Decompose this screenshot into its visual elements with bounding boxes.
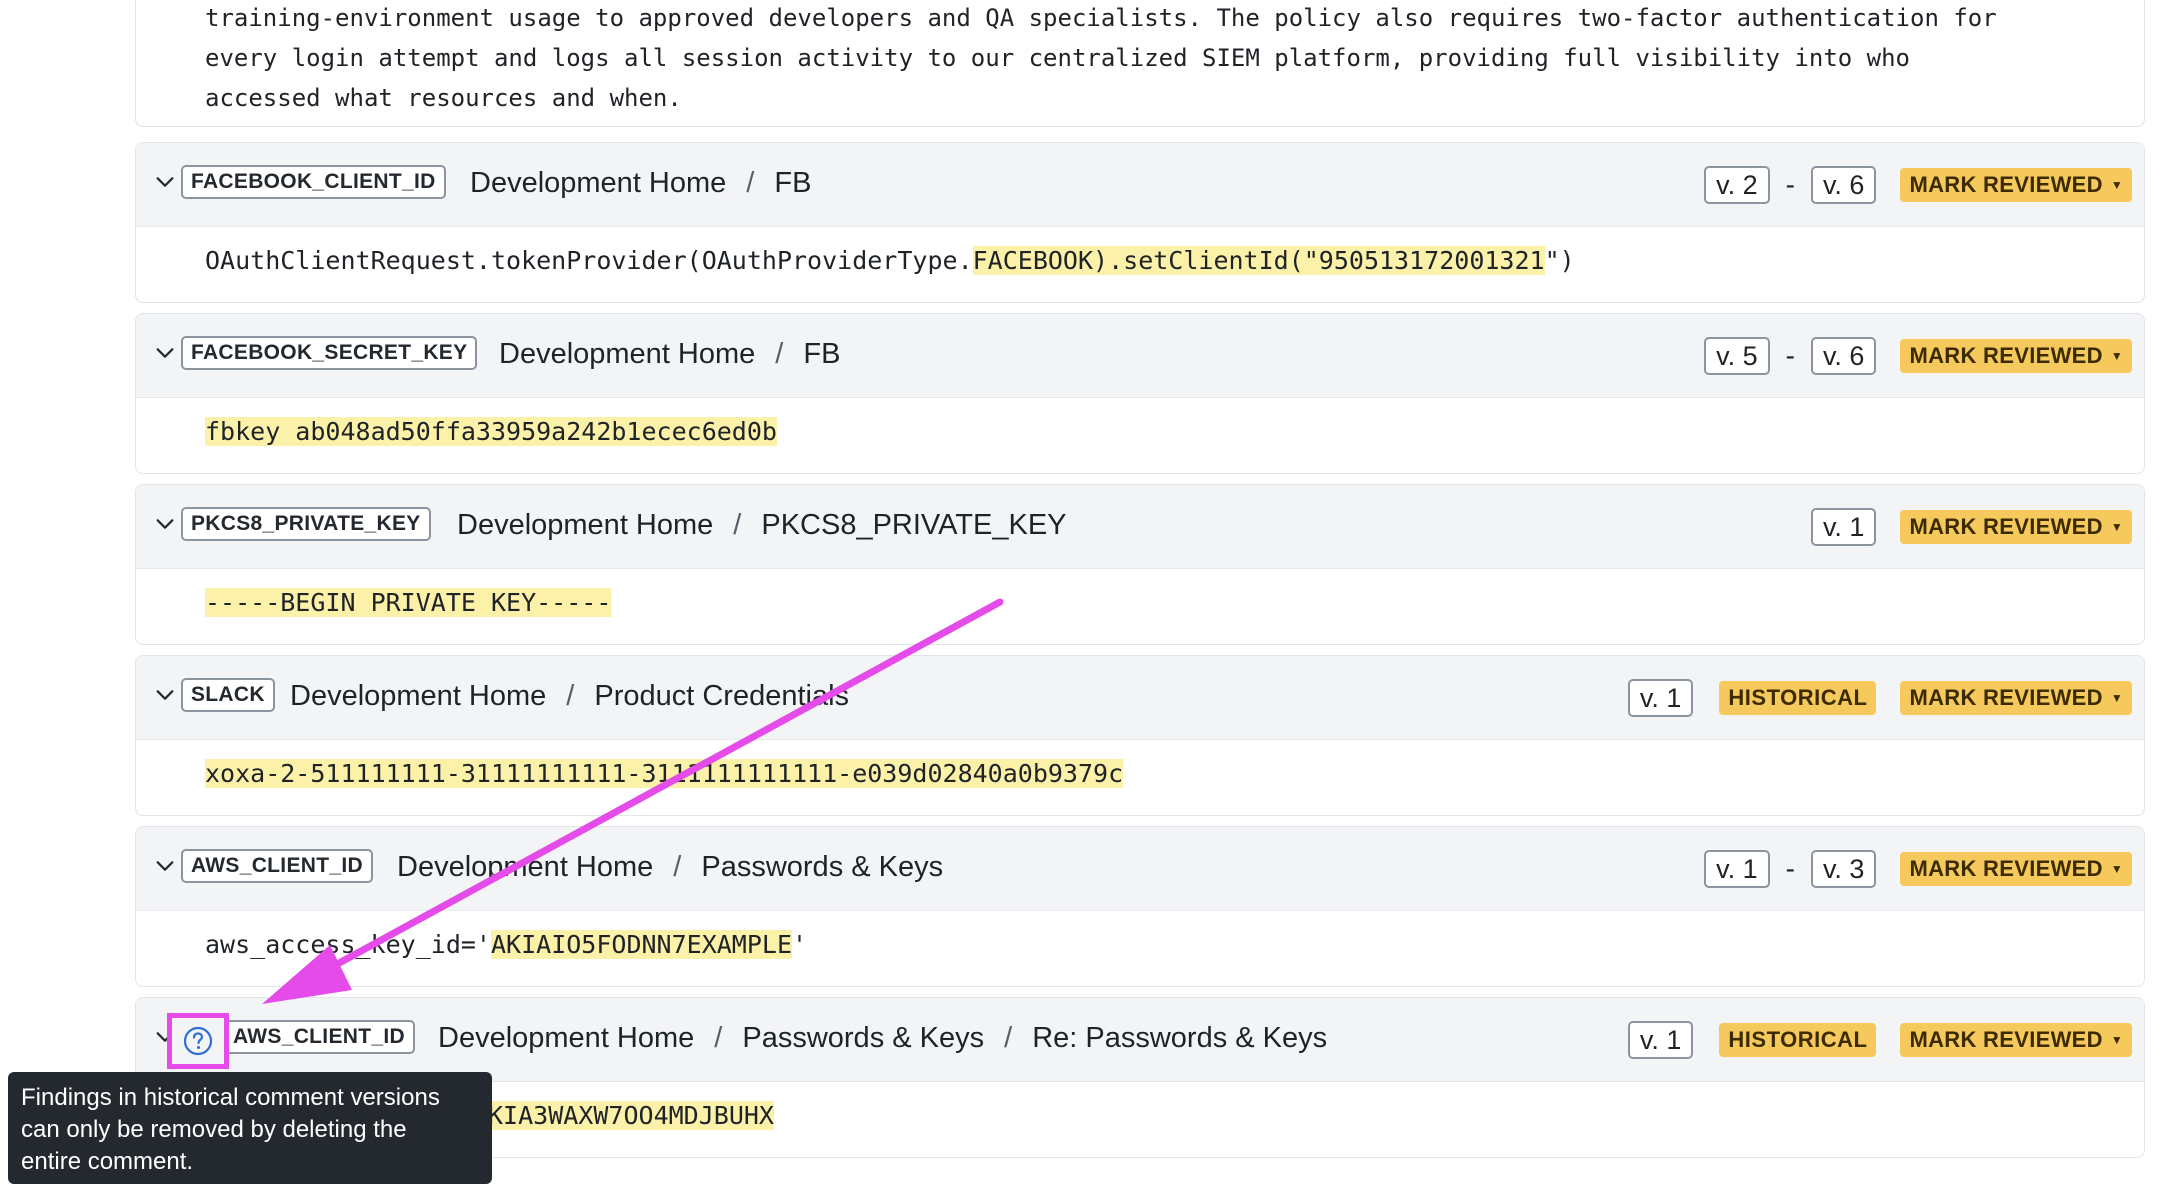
breadcrumb: Development Home / Product Credentials bbox=[290, 680, 850, 712]
finding-header[interactable]: AWS_CLIENT_ID Development Home / Passwords… bbox=[136, 827, 2144, 911]
breadcrumb-space[interactable]: Development Home bbox=[499, 338, 755, 370]
version-badge[interactable]: v. 1 bbox=[1810, 508, 1877, 546]
breadcrumb-comment[interactable]: Re: Passwords & Keys bbox=[1032, 1022, 1327, 1054]
breadcrumb: Development Home / FB bbox=[499, 338, 841, 370]
policy-description-card: training-environment usage to approved d… bbox=[135, 0, 2145, 127]
breadcrumb-page[interactable]: Product Credentials bbox=[594, 680, 849, 712]
breadcrumb: Development Home / PKCS8_PRIVATE_KEY bbox=[457, 509, 1067, 541]
breadcrumb-space[interactable]: Development Home bbox=[438, 1022, 694, 1054]
mark-reviewed-button[interactable]: MARK REVIEWED ▼ bbox=[1900, 1023, 2132, 1057]
finding-facebook-secret-key: FACEBOOK_SECRET_KEY Development Home / FB … bbox=[135, 313, 2145, 474]
finding-type-badge: AWS_CLIENT_ID bbox=[223, 1020, 415, 1054]
version-to-badge[interactable]: v. 3 bbox=[1810, 850, 1877, 888]
breadcrumb-space[interactable]: Development Home bbox=[470, 167, 726, 199]
finding-pkcs8-private-key: PKCS8_PRIVATE_KEY Development Home / PKCS8… bbox=[135, 484, 2145, 645]
chevron-down-icon[interactable] bbox=[150, 167, 180, 197]
breadcrumb: Development Home / Passwords & Keys / Re: Pa… bbox=[438, 1022, 1328, 1054]
mark-reviewed-button[interactable]: MARK REVIEWED ▼ bbox=[1900, 852, 2132, 886]
version-from-badge[interactable]: v. 2 bbox=[1704, 166, 1770, 204]
caret-down-icon: ▼ bbox=[2110, 691, 2123, 705]
tooltip-line: can only be removed by deleting the bbox=[21, 1116, 407, 1143]
finding-actions: v. 1 MARK REVIEWED ▼ bbox=[1810, 507, 2132, 547]
breadcrumb-space[interactable]: Development Home bbox=[290, 680, 546, 712]
mark-reviewed-button[interactable]: MARK REVIEWED ▼ bbox=[1900, 510, 2132, 544]
breadcrumb: Development Home / Passwords & Keys bbox=[397, 851, 944, 883]
breadcrumb-page[interactable]: FB bbox=[774, 167, 811, 199]
tooltip-line: Findings in historical comment versions bbox=[21, 1084, 440, 1111]
finding-match: OAuthClientRequest.tokenProvider(OAuthPr… bbox=[205, 246, 1575, 275]
finding-match: -----BEGIN PRIVATE KEY----- bbox=[205, 585, 612, 621]
policy-description: training-environment usage to approved d… bbox=[205, 0, 2125, 118]
finding-actions: v. 1 HISTORICAL MARK REVIEWED ▼ bbox=[1627, 678, 2132, 718]
breadcrumb: Development Home / FB bbox=[470, 167, 812, 199]
finding-actions: v. 1 HISTORICAL MARK REVIEWED ▼ bbox=[1627, 1020, 2132, 1060]
breadcrumb-space[interactable]: Development Home bbox=[397, 851, 653, 883]
policy-description-line: every login attempt and logs all session… bbox=[205, 44, 1911, 72]
policy-description-line: accessed what resources and when. bbox=[205, 84, 682, 112]
finding-slack: SLACK Development Home / Product Credentia… bbox=[135, 655, 2145, 816]
breadcrumb-page[interactable]: PKCS8_PRIVATE_KEY bbox=[761, 509, 1066, 541]
mark-reviewed-button[interactable]: MARK REVIEWED ▼ bbox=[1900, 681, 2132, 715]
finding-header[interactable]: FACEBOOK_SECRET_KEY Development Home / FB … bbox=[136, 314, 2144, 398]
finding-actions: v. 2 - v. 6 MARK REVIEWED ▼ bbox=[1704, 165, 2132, 205]
secret-highlight: FACEBOOK).setClientId("950513172001321 bbox=[972, 246, 1545, 275]
question-circle-icon[interactable] bbox=[182, 1025, 214, 1057]
historical-badge: HISTORICAL bbox=[1719, 1023, 1877, 1057]
secret-highlight: xoxa-2-511111111-31111111111-31111111111… bbox=[205, 759, 1124, 788]
mark-reviewed-button[interactable]: MARK REVIEWED ▼ bbox=[1900, 168, 2132, 202]
historical-badge: HISTORICAL bbox=[1719, 681, 1877, 715]
finding-header[interactable]: AWS_CLIENT_ID Development Home / Passwords… bbox=[136, 998, 2144, 1082]
policy-description-line: training-environment usage to approved d… bbox=[205, 4, 1997, 32]
chevron-down-icon[interactable] bbox=[150, 680, 180, 710]
breadcrumb-page[interactable]: Passwords & Keys bbox=[742, 1022, 984, 1054]
finding-actions: v. 1 - v. 3 MARK REVIEWED ▼ bbox=[1704, 849, 2132, 889]
breadcrumb-page[interactable]: Passwords & Keys bbox=[701, 851, 943, 883]
version-to-badge[interactable]: v. 6 bbox=[1810, 337, 1877, 375]
secret-highlight: AKIAIO5FODNN7EXAMPLE bbox=[490, 930, 793, 959]
version-badge[interactable]: v. 1 bbox=[1627, 679, 1694, 717]
finding-aws-client-id: AWS_CLIENT_ID Development Home / Passwords… bbox=[135, 826, 2145, 987]
caret-down-icon: ▼ bbox=[2110, 178, 2123, 192]
caret-down-icon: ▼ bbox=[2110, 862, 2123, 876]
finding-facebook-client-id: FACEBOOK_CLIENT_ID Development Home / FB v… bbox=[135, 142, 2145, 303]
finding-header[interactable]: SLACK Development Home / Product Credentia… bbox=[136, 656, 2144, 740]
finding-actions: v. 5 - v. 6 MARK REVIEWED ▼ bbox=[1704, 336, 2132, 376]
secret-highlight: fbkey ab048ad50ffa33959a242b1ecec6ed0b bbox=[205, 417, 777, 446]
finding-match: aws_access_key_id='AKIAIO5FODNN7EXAMPLE' bbox=[205, 930, 808, 959]
version-badge[interactable]: v. 1 bbox=[1627, 1021, 1694, 1059]
finding-header[interactable]: PKCS8_PRIVATE_KEY Development Home / PKCS8… bbox=[136, 485, 2144, 569]
version-to-badge[interactable]: v. 6 bbox=[1810, 166, 1877, 204]
version-from-badge[interactable]: v. 5 bbox=[1704, 337, 1770, 375]
finding-header[interactable]: FACEBOOK_CLIENT_ID Development Home / FB v… bbox=[136, 143, 2144, 227]
finding-type-badge: AWS_CLIENT_ID bbox=[181, 849, 373, 883]
mark-reviewed-button[interactable]: MARK REVIEWED ▼ bbox=[1900, 339, 2132, 373]
secret-highlight: KIA3WAXW7OO4MDJBUHX bbox=[488, 1101, 774, 1130]
finding-type-badge: SLACK bbox=[181, 678, 275, 712]
finding-type-badge: FACEBOOK_CLIENT_ID bbox=[181, 165, 446, 199]
secret-highlight: -----BEGIN PRIVATE KEY----- bbox=[205, 588, 612, 617]
chevron-down-icon[interactable] bbox=[150, 509, 180, 539]
finding-match: KIA3WAXW7OO4MDJBUHX bbox=[488, 1098, 774, 1134]
help-tooltip: Findings in historical comment versions … bbox=[8, 1072, 492, 1184]
finding-match: xoxa-2-511111111-31111111111-31111111111… bbox=[205, 756, 1124, 792]
finding-type-badge: FACEBOOK_SECRET_KEY bbox=[181, 336, 478, 370]
caret-down-icon: ▼ bbox=[2110, 1033, 2123, 1047]
finding-type-badge: PKCS8_PRIVATE_KEY bbox=[181, 507, 431, 541]
tooltip-line: entire comment. bbox=[21, 1148, 194, 1175]
chevron-down-icon[interactable] bbox=[150, 851, 180, 881]
version-from-badge[interactable]: v. 1 bbox=[1704, 850, 1770, 888]
finding-match: fbkey ab048ad50ffa33959a242b1ecec6ed0b bbox=[205, 414, 777, 450]
breadcrumb-space[interactable]: Development Home bbox=[457, 509, 713, 541]
breadcrumb-page[interactable]: FB bbox=[803, 338, 840, 370]
help-icon-highlight[interactable] bbox=[167, 1013, 229, 1069]
caret-down-icon: ▼ bbox=[2110, 349, 2123, 363]
chevron-down-icon[interactable] bbox=[150, 338, 180, 368]
caret-down-icon: ▼ bbox=[2110, 520, 2123, 534]
